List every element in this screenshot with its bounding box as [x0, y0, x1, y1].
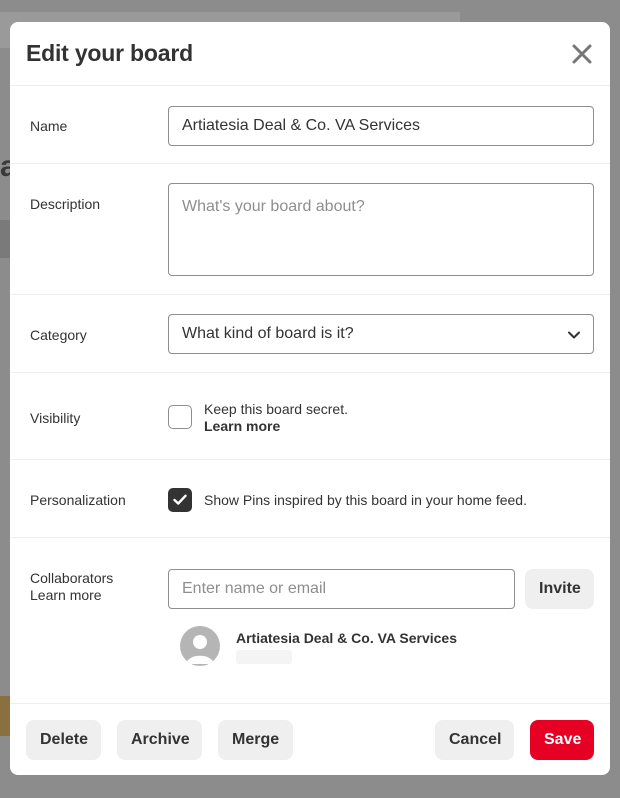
personalization-row: Personalization Show Pins inspired by th…	[10, 460, 610, 538]
save-button[interactable]: Save	[530, 720, 594, 760]
close-button[interactable]	[570, 42, 594, 66]
collaborator-role-placeholder	[236, 650, 292, 664]
chevron-down-icon	[568, 331, 580, 339]
description-label: Description	[30, 196, 101, 212]
description-textarea[interactable]	[168, 183, 594, 276]
category-row: Category What kind of board is it?	[10, 295, 610, 373]
collaborator-name: Artiatesia Deal & Co. VA Services	[236, 630, 457, 646]
category-label: Category	[30, 327, 87, 343]
name-row: Name	[10, 86, 610, 164]
archive-button[interactable]: Archive	[117, 720, 202, 760]
edit-board-dialog: Edit your board Name Description Categor…	[10, 22, 610, 775]
visibility-label: Visibility	[30, 410, 81, 426]
collaborators-row: Collaborators Learn more Invite	[10, 538, 610, 704]
close-icon	[572, 44, 592, 64]
checkmark-icon	[173, 494, 187, 505]
board-name-input[interactable]	[168, 106, 594, 146]
category-select[interactable]: What kind of board is it?	[168, 314, 594, 354]
collaborator-avatar	[180, 626, 220, 666]
cancel-button[interactable]: Cancel	[435, 720, 514, 760]
background-page-fragment	[0, 696, 10, 736]
secret-board-text: Keep this board secret. Learn more	[204, 401, 348, 435]
visibility-row: Visibility Keep this board secret. Learn…	[10, 373, 610, 460]
visibility-learn-more-link[interactable]: Learn more	[204, 418, 348, 435]
background-page-fragment	[0, 220, 10, 258]
delete-button[interactable]: Delete	[26, 720, 101, 760]
dialog-header: Edit your board	[10, 22, 610, 86]
merge-button[interactable]: Merge	[218, 720, 293, 760]
dialog-footer: Delete Archive Merge Cancel Save	[10, 704, 610, 775]
personalization-checkbox[interactable]	[168, 488, 192, 512]
description-row: Description	[10, 164, 610, 295]
invite-button[interactable]: Invite	[525, 569, 594, 609]
category-selected-value: What kind of board is it?	[182, 325, 354, 342]
collaborator-search-input[interactable]	[168, 569, 515, 609]
secret-board-label: Keep this board secret.	[204, 401, 348, 417]
personalization-label: Personalization	[30, 492, 126, 508]
collaborators-label: Collaborators	[30, 570, 114, 586]
secret-board-checkbox[interactable]	[168, 405, 192, 429]
personalization-text: Show Pins inspired by this board in your…	[204, 492, 527, 508]
user-icon	[186, 635, 214, 664]
dialog-title: Edit your board	[26, 40, 193, 66]
name-label: Name	[30, 118, 68, 134]
collaborators-learn-more-link[interactable]: Learn more	[30, 587, 102, 603]
